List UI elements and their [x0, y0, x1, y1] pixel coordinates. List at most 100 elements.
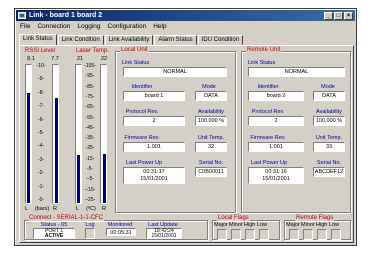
remote-flag-high: High [316, 222, 328, 228]
connect-state: ACTIVE [44, 233, 64, 239]
last-update-date: 15/01/2001 [151, 233, 177, 239]
menu-help[interactable]: Help [153, 22, 166, 32]
rssi-scale-tick: -10- [36, 63, 46, 69]
menu-logging[interactable]: Logging [77, 22, 100, 32]
last-update-value: 18:42:24 15/01/2001 [146, 228, 182, 239]
local-mode-caption: Mode [202, 84, 216, 90]
remote-flags-label: Remote Flags [295, 215, 335, 221]
local-flag-major: Major [214, 222, 228, 228]
rssi-right-meter [52, 64, 59, 204]
remote-mode-value: DATA [313, 91, 345, 101]
remote-identifier-caption: Identifier [257, 84, 279, 90]
menu-connection[interactable]: Connection [37, 22, 70, 32]
rssi-scale-tick: -4- [37, 143, 45, 150]
rssi-scale-tick: -6- [37, 116, 45, 123]
rssi-scale-tick: -8- [37, 89, 45, 96]
tab-link-status[interactable]: Link Status [19, 34, 57, 45]
remote-availability-caption: Availability [316, 109, 342, 115]
local-serial-caption: Serial No. [198, 160, 224, 166]
rssi-foot-right: R [53, 206, 57, 212]
remote-availability-value: 100.000 % [313, 116, 345, 126]
local-identifier-value: board 1 [123, 91, 185, 101]
link-status-panel: RSSI Level 8.1 7.7 -10- -9- -8- -7- -6- -5- -4… [19, 45, 354, 243]
tab-idu-condition[interactable]: IDU Condition [197, 35, 244, 45]
laser-scale-tick: -25- [85, 145, 95, 152]
remote-last-power-time: 00:31:16 [265, 169, 287, 175]
rssi-scale-tick: -9- [37, 76, 45, 83]
rssi-scale: -10- -9- -8- -7- -6- -5- -4- -3- -2- -1- -0- [34, 64, 48, 204]
laser-left-value: 21 [76, 56, 84, 62]
rssi-level-label: RSSI Level [25, 48, 56, 54]
remote-unit-title: Remote Unit [246, 47, 282, 53]
remote-firmware-caption: Firmware Rev. [250, 135, 286, 141]
remote-flag-minor: Minor [301, 222, 315, 228]
local-last-power-value: 00:31:17 15/01/2001 [123, 167, 185, 184]
tab-strip: Link Status Link Condition Link Availabi… [19, 34, 244, 45]
remote-major-indicator [289, 229, 299, 240]
laser-scale-tick: -85- [85, 83, 95, 90]
remote-flag-low: Low [329, 222, 340, 228]
laser-scale-tick: -65- [85, 104, 95, 111]
laser-foot-unit: (ºC) [86, 206, 96, 212]
rssi-right-bar [55, 98, 58, 203]
local-serial-value: C0B00011 [195, 167, 227, 177]
remote-mode-caption: Mode [321, 84, 335, 90]
maximize-button[interactable]: □ [334, 12, 343, 20]
title-bar: Link - board 1 board 2 _ □ × [16, 10, 355, 21]
remote-flag-major: Major [286, 222, 300, 228]
local-flag-minor: Minor [229, 222, 243, 228]
local-unit-temp-caption: Unit Temp. [197, 135, 225, 141]
tab-link-condition[interactable]: Link Condition [57, 35, 104, 45]
local-availability-caption: Availability [198, 109, 224, 115]
laser-right-bar [103, 154, 106, 203]
tab-link-availability[interactable]: Link Availability [104, 35, 154, 45]
rssi-foot-left: L [25, 206, 29, 212]
remote-unit-temp-caption: Unit Temp. [315, 135, 343, 141]
local-last-power-caption: Last Power Up [125, 160, 163, 166]
laser-scale-tick: -95- [85, 73, 95, 80]
rssi-left-bar [27, 93, 30, 203]
laser-temp-label: Laser Temp. [76, 48, 109, 54]
local-flags-label: Local Flags [217, 215, 250, 221]
local-firmware-caption: Firmware Rev. [124, 135, 160, 141]
rssi-scale-tick: -2- [37, 170, 45, 177]
local-low-indicator [259, 229, 269, 240]
remote-minor-indicator [303, 229, 313, 240]
laser-scale: -105- -95- -85- -75- -65- -55- -45- -35- -25- -15… [83, 64, 97, 204]
local-firmware-value: 1.001 [123, 142, 185, 152]
laser-scale-tick: --5- [86, 176, 94, 183]
laser-scale-tick: -55- [85, 114, 95, 121]
local-last-power-time: 00:31:17 [143, 169, 165, 175]
local-protocol-value: 2 [123, 116, 185, 126]
close-button[interactable]: × [344, 12, 353, 20]
remote-firmware-value: 1.001 [248, 142, 304, 152]
tab-alarm-status[interactable]: Alarm Status [154, 35, 197, 45]
remote-link-status-value: NORMAL [248, 67, 345, 77]
log-checkbox[interactable] [85, 228, 95, 239]
menu-file[interactable]: File [20, 22, 30, 32]
laser-scale-tick: -35- [85, 135, 95, 142]
rssi-scale-tick: -7- [37, 103, 45, 110]
menu-bar: File Connection Logging Configuration He… [17, 22, 167, 32]
window-title: Link - board 1 board 2 [29, 12, 103, 19]
local-unit-temp-value: 32 [195, 142, 227, 152]
local-protocol-caption: Protocol Rev. [125, 109, 159, 115]
remote-link-status-caption: Link Status [248, 60, 276, 66]
laser-scale-tick: -45- [85, 124, 95, 131]
laser-left-bar [77, 155, 80, 203]
local-mode-value: DATA [195, 91, 227, 101]
remote-unit-temp-value: 33 [313, 142, 345, 152]
monitored-value: 00:05:31 [106, 228, 136, 236]
laser-right-value: 22 [100, 56, 108, 62]
remote-serial-value: ABCDEF12 [313, 167, 345, 177]
rssi-foot-unit: (bars) [34, 206, 50, 212]
application-window: Link - board 1 board 2 _ □ × File Connec… [14, 8, 357, 246]
menu-configuration[interactable]: Configuration [108, 22, 147, 32]
connect-status-value: PORT 1 ACTIVE [33, 228, 75, 239]
local-availability-value: 100.000 % [195, 116, 227, 126]
laser-foot-right: R [102, 206, 106, 212]
remote-last-power-date: 15/01/2001 [262, 175, 290, 182]
local-unit-title: Local Unit [120, 47, 149, 53]
laser-left-meter [75, 64, 82, 204]
minimize-button[interactable]: _ [324, 12, 333, 20]
